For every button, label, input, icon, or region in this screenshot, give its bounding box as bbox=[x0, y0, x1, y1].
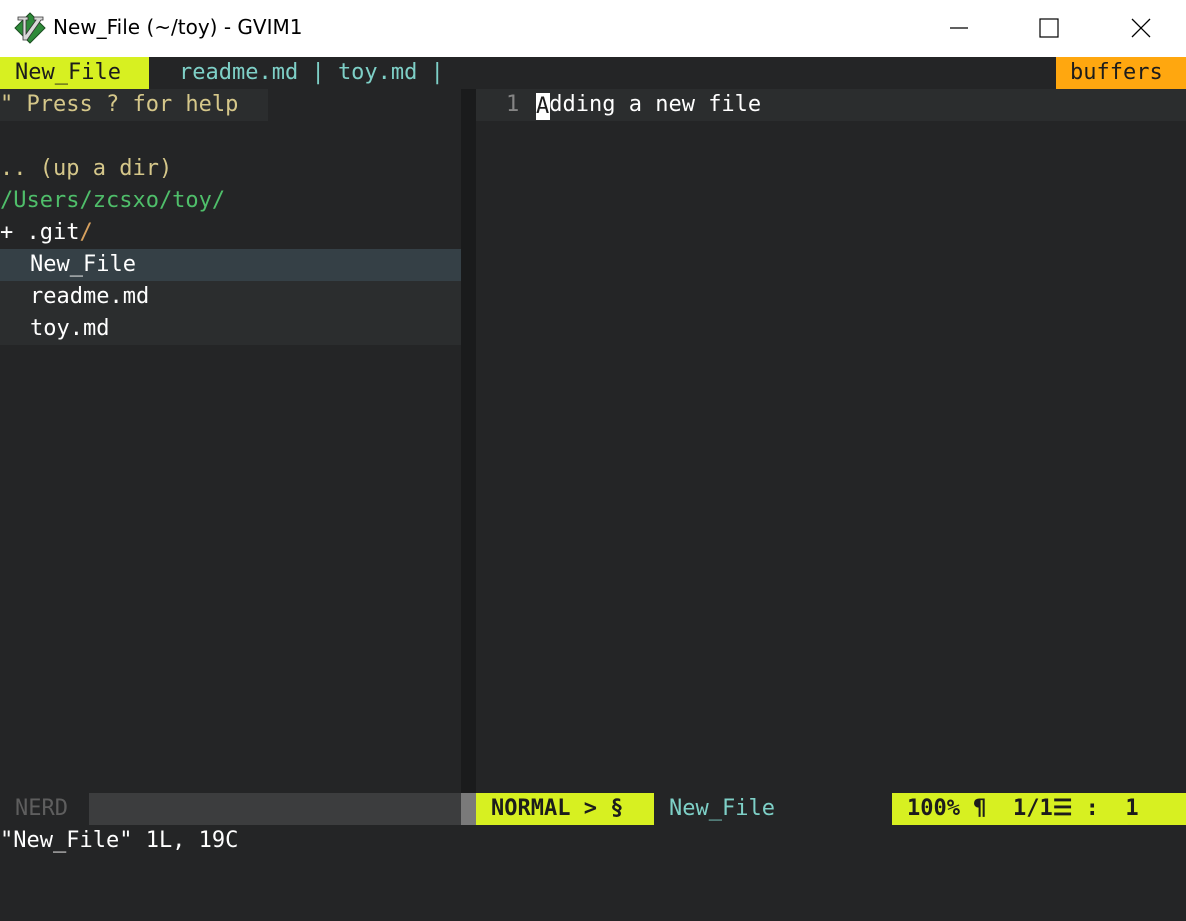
maximize-button[interactable] bbox=[1026, 0, 1072, 56]
tab-new-file-label: New_File bbox=[15, 60, 121, 85]
nerdtree-root-path[interactable]: /Users/zcsxo/toy/ bbox=[0, 185, 225, 217]
nerdtree-statusline: NERD bbox=[0, 793, 461, 825]
mode-segment: NORMAL > § bbox=[476, 793, 654, 825]
line-number: 1 bbox=[506, 92, 520, 117]
nerdtree-help-text: " Press ? for help bbox=[0, 92, 239, 117]
split-status-divider bbox=[461, 793, 476, 825]
nerd-mode-label: NERD bbox=[15, 796, 68, 821]
nerdtree-dir-git[interactable]: + .git/ bbox=[0, 217, 93, 249]
tab-new-file[interactable]: New_File bbox=[0, 57, 149, 89]
editor-statusline: NORMAL > § New_File 100% ¶ 1/1☰ : 1 bbox=[476, 793, 1186, 825]
git-dir-slash: / bbox=[79, 220, 93, 245]
minimize-button[interactable] bbox=[936, 0, 982, 56]
buffers-label: buffers bbox=[1070, 60, 1163, 85]
command-line[interactable]: "New_File" 1L, 19C bbox=[0, 825, 1186, 858]
editor-line-1[interactable]: Adding a new file bbox=[536, 89, 761, 121]
editor-line-text: dding a new file bbox=[549, 92, 762, 117]
editor-pane[interactable]: 1 Adding a new file A bbox=[476, 89, 1186, 793]
tab-other-buffers[interactable]: readme.md | toy.md | bbox=[179, 57, 444, 89]
close-button[interactable] bbox=[1118, 0, 1164, 56]
nerdtree-file-readme[interactable]: readme.md bbox=[30, 281, 149, 313]
nerdtree-pane[interactable]: " Press ? for help .. (up a dir) /Users/… bbox=[0, 89, 461, 793]
vertical-split-separator[interactable] bbox=[461, 89, 476, 825]
window-title: New_File (~/toy) - GVIM1 bbox=[53, 15, 303, 39]
text-cursor: A bbox=[536, 93, 550, 120]
command-line-message: "New_File" 1L, 19C bbox=[0, 828, 239, 853]
nerd-mode-segment: NERD bbox=[0, 793, 89, 825]
maximize-icon bbox=[1039, 18, 1059, 38]
nerdtree-file-toy[interactable]: toy.md bbox=[30, 313, 109, 345]
tabline: New_File readme.md | toy.md | buffers bbox=[0, 57, 1186, 89]
status-filename: New_File bbox=[669, 796, 775, 821]
nerdtree-file-new-file[interactable]: New_File bbox=[30, 249, 136, 281]
vim-icon bbox=[14, 12, 46, 44]
position-segment: 100% ¶ 1/1☰ : 1 bbox=[892, 793, 1186, 825]
buffers-indicator: buffers bbox=[1056, 57, 1186, 89]
window-titlebar: New_File (~/toy) - GVIM1 bbox=[0, 0, 1186, 58]
git-dir-label: + .git bbox=[0, 220, 80, 245]
nerdtree-up-dir[interactable]: .. (up a dir) bbox=[0, 153, 172, 185]
close-icon bbox=[1131, 18, 1151, 38]
position-label: 100% ¶ 1/1☰ : 1 bbox=[907, 796, 1139, 821]
mode-label: NORMAL > § bbox=[491, 796, 624, 821]
minimize-icon bbox=[950, 27, 968, 29]
